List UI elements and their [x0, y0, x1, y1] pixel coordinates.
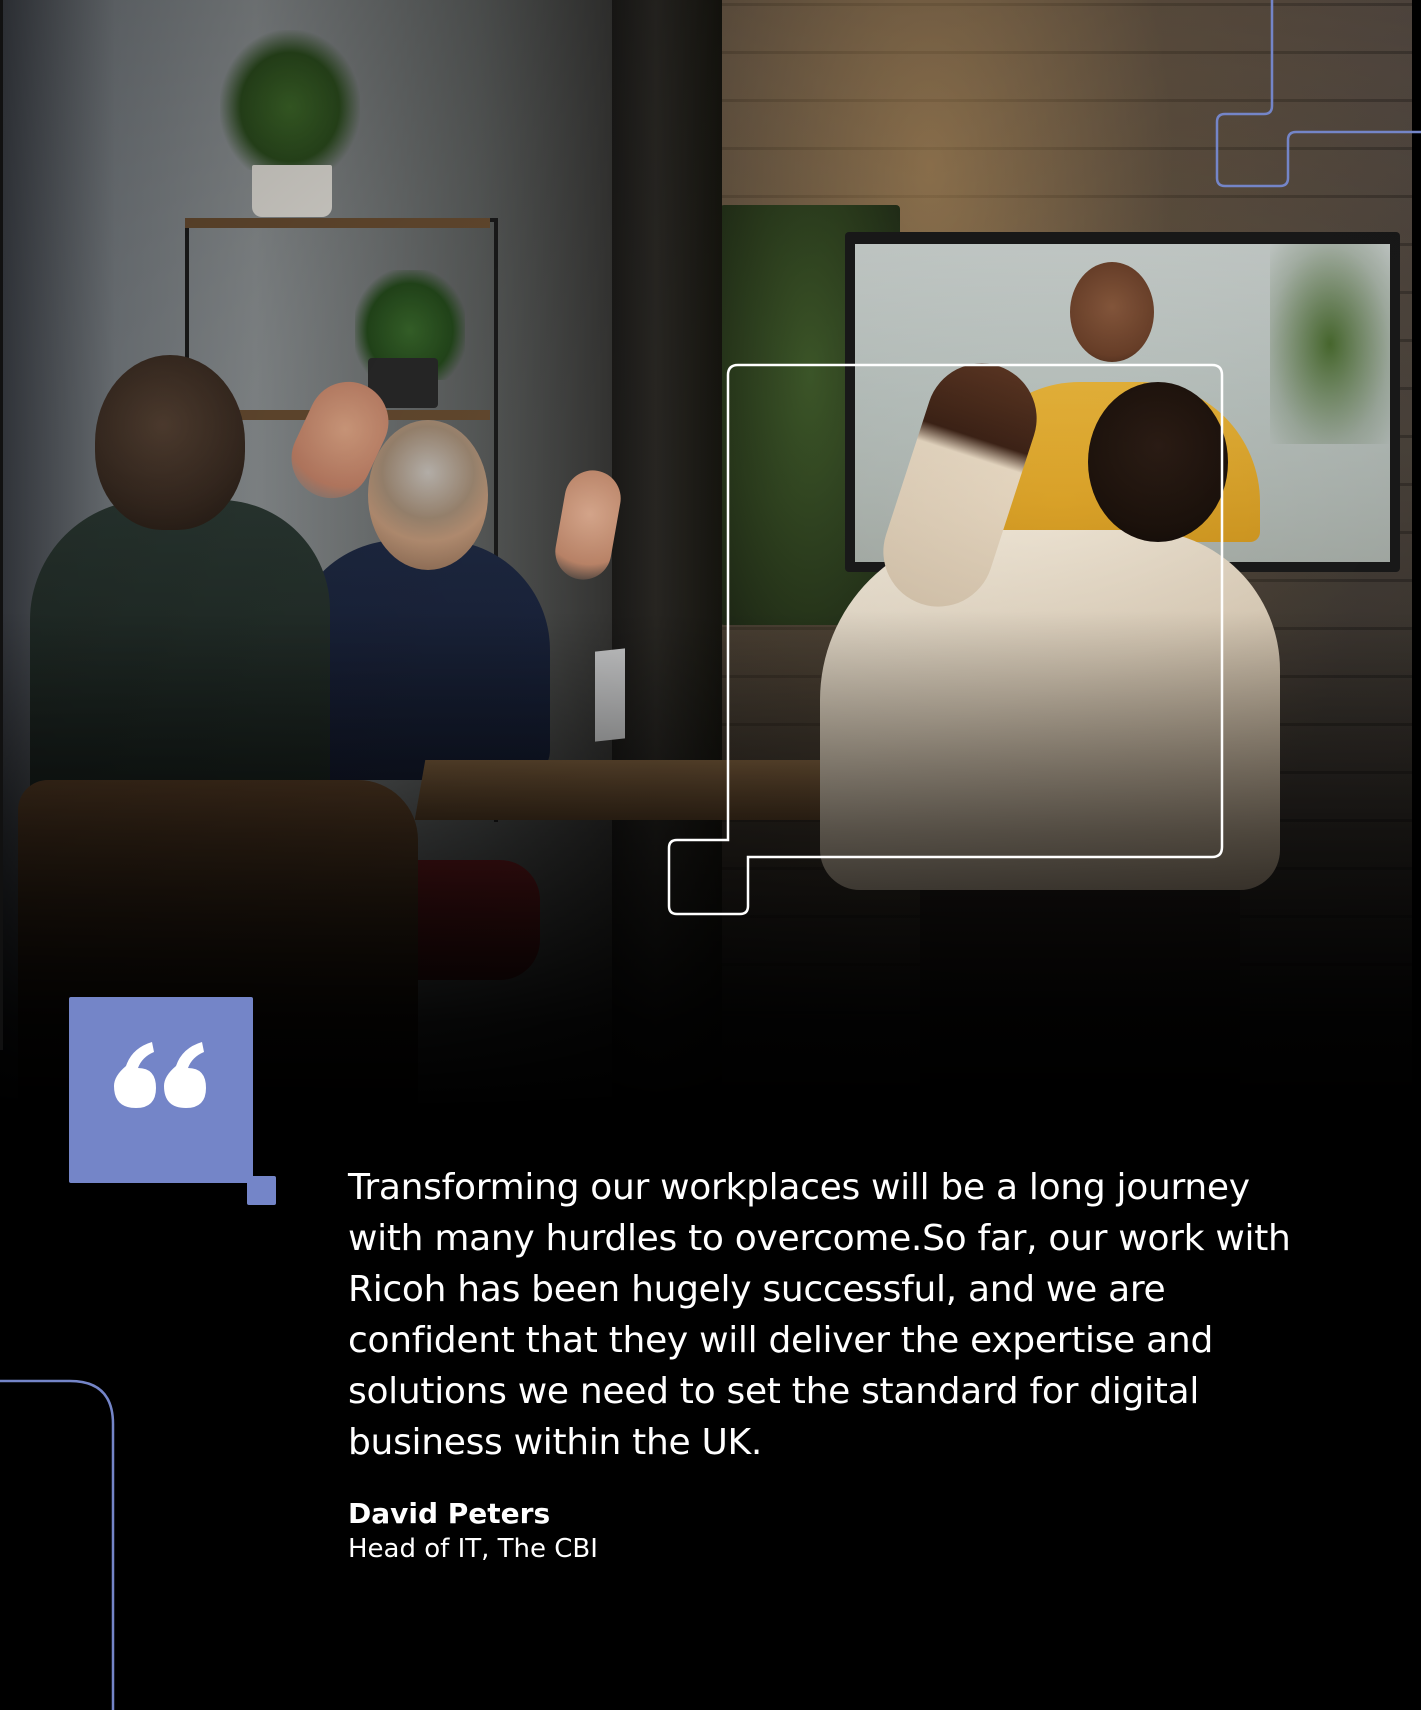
corner-outline-top-right [1215, 0, 1421, 188]
testimonial-page: Transforming our workplaces will be a lo… [0, 0, 1421, 1710]
focus-frame-outline [667, 363, 1224, 916]
quote-box-notch [247, 1176, 276, 1205]
author-name: David Peters [348, 1497, 551, 1530]
testimonial-quote: Transforming our workplaces will be a lo… [348, 1167, 1291, 1463]
author-title: Head of IT, The CBI [348, 1534, 598, 1564]
quote-mark-icon [114, 1042, 206, 1108]
corner-outline-bottom-left [0, 1379, 115, 1710]
